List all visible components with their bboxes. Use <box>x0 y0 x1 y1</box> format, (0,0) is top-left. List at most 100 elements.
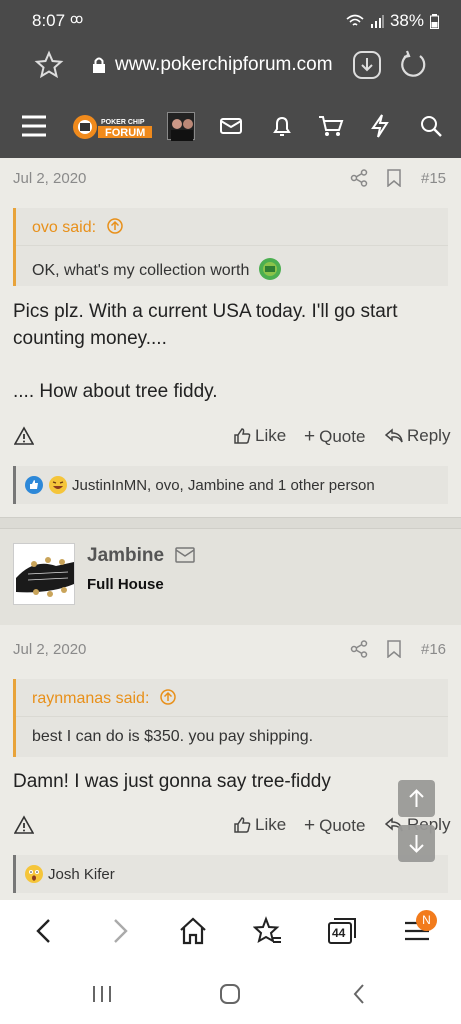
laugh-reaction-icon <box>49 476 67 494</box>
browser-url-bar: www.pokerchipforum.com <box>0 40 461 94</box>
quote-label: Quote <box>319 427 366 446</box>
money-emoji-icon <box>258 258 281 280</box>
search-icon[interactable] <box>419 114 443 138</box>
bookmark-star-icon[interactable] <box>34 50 64 80</box>
quote-header[interactable]: ovo said: <box>16 208 448 246</box>
voicemail-icon: ꝏ <box>70 11 84 26</box>
bookmarks-icon[interactable] <box>253 916 283 946</box>
post-number[interactable]: #15 <box>421 170 446 187</box>
home-icon[interactable] <box>178 916 208 946</box>
forward-icon[interactable] <box>104 916 134 946</box>
home-button-icon[interactable] <box>218 982 242 1006</box>
post-meta: Jul 2, 2020 #15 <box>0 158 461 198</box>
arrow-up-circle-icon[interactable] <box>106 218 123 234</box>
like-button[interactable]: Like <box>233 815 286 835</box>
thread-content: Jul 2, 2020 #15 ovo said: OK, what's my … <box>0 158 461 900</box>
browser-bottom-nav: 44 <box>0 900 461 964</box>
forum-logo[interactable]: POKER CHIP FORUM <box>72 112 154 142</box>
arrow-up-icon <box>409 789 424 807</box>
tabs-button[interactable]: 44 <box>327 916 357 946</box>
plus-icon: + <box>304 815 316 836</box>
quote-button[interactable]: + Quote <box>304 426 365 448</box>
bookmark-icon[interactable] <box>386 640 402 658</box>
hamburger-menu-icon[interactable] <box>20 112 48 140</box>
avatar-image <box>14 544 74 604</box>
report-icon[interactable] <box>14 426 34 446</box>
battery-icon <box>430 13 439 29</box>
quote-block: ovo said: OK, what's my collection worth <box>13 208 448 286</box>
lock-icon <box>93 57 105 73</box>
poster-username[interactable]: Jambine <box>87 545 164 567</box>
logo-line1: POKER CHIP <box>101 119 145 126</box>
logo-line2: FORUM <box>105 127 145 139</box>
download-icon[interactable] <box>352 50 382 80</box>
status-right: 38% <box>346 11 439 31</box>
post-text-line: Pics plz. With a current USA today. I'll… <box>13 301 398 322</box>
post-text-line: Damn! I was just gonna say tree-fiddy <box>13 771 331 792</box>
reactions-bar[interactable]: JustinInMN, ovo, Jambine and 1 other per… <box>13 466 448 504</box>
post-date[interactable]: Jul 2, 2020 <box>13 170 86 187</box>
arrow-up-circle-icon[interactable] <box>160 689 176 705</box>
reload-icon[interactable] <box>398 50 428 80</box>
quote-author[interactable]: ovo said: <box>32 219 96 236</box>
thumbs-up-icon <box>234 428 251 444</box>
quote-text: OK, what's my collection worth <box>32 262 250 279</box>
scroll-bottom-button[interactable] <box>398 825 435 862</box>
quote-label: Quote <box>319 816 366 835</box>
post-actions: Like + Quote Reply <box>0 422 461 452</box>
like-label: Like <box>255 426 287 445</box>
like-reaction-icon <box>25 476 43 494</box>
plus-icon: + <box>304 426 316 447</box>
message-user-icon[interactable] <box>175 547 195 563</box>
quote-block: raynmanas said: best I can do is $350. y… <box>13 679 448 757</box>
status-time: 8:07 <box>32 11 66 30</box>
arrow-down-icon <box>409 835 424 853</box>
like-button[interactable]: Like <box>233 426 286 446</box>
post-body: Damn! I was just gonna say tree-fiddy <box>13 768 443 795</box>
avatar-image <box>171 119 193 141</box>
post-number[interactable]: #16 <box>421 641 446 658</box>
reactions-text: JustinInMN, ovo, Jambine and 1 other per… <box>72 476 375 494</box>
bell-icon[interactable] <box>270 114 294 138</box>
mail-icon[interactable] <box>219 114 243 138</box>
reply-label: Reply <box>407 426 451 445</box>
lightning-icon[interactable] <box>370 114 390 138</box>
post-actions: Like + Quote Reply <box>0 811 461 841</box>
battery-percent: 38% <box>389 11 424 30</box>
signal-icon <box>370 15 384 28</box>
report-icon[interactable] <box>14 815 34 835</box>
share-icon[interactable] <box>350 169 368 187</box>
system-back-icon[interactable] <box>348 982 372 1006</box>
back-icon[interactable] <box>30 916 60 946</box>
quote-header[interactable]: raynmanas said: <box>16 679 448 717</box>
quote-body: OK, what's my collection worth <box>16 246 448 286</box>
share-icon[interactable] <box>350 640 368 658</box>
scroll-top-button[interactable] <box>398 780 435 817</box>
forum-header <box>0 94 461 158</box>
thumbs-up-icon <box>234 817 251 833</box>
post-meta: Jul 2, 2020 #16 <box>0 629 461 669</box>
user-info-block: Jambine Full House <box>0 529 461 625</box>
status-bar: 8:07 ꝏ 38% <box>0 0 461 40</box>
cart-icon[interactable] <box>318 114 344 138</box>
quote-body: best I can do is $350. you pay shipping. <box>16 717 448 757</box>
post-divider <box>0 517 461 529</box>
quote-button[interactable]: + Quote <box>304 815 365 837</box>
quote-text: best I can do is $350. you pay shipping. <box>32 728 314 745</box>
like-label: Like <box>255 815 287 834</box>
recent-apps-icon[interactable] <box>90 982 114 1006</box>
reactions-bar[interactable]: Josh Kifer <box>13 855 448 893</box>
menu-notification-badge: N <box>416 910 437 931</box>
tabs-count: 44 <box>332 926 346 940</box>
post-body: Pics plz. With a current USA today. I'll… <box>13 298 443 405</box>
url-text[interactable]: www.pokerchipforum.com <box>115 54 333 76</box>
reply-icon <box>385 428 403 443</box>
bookmark-icon[interactable] <box>386 169 402 187</box>
post-date[interactable]: Jul 2, 2020 <box>13 641 86 658</box>
quote-author[interactable]: raynmanas said: <box>32 690 149 707</box>
system-nav-bar <box>0 964 461 1024</box>
user-avatar[interactable] <box>167 112 195 141</box>
poster-avatar[interactable] <box>13 543 75 605</box>
reactions-text: Josh Kifer <box>48 865 115 883</box>
reply-button[interactable]: Reply <box>385 426 450 446</box>
